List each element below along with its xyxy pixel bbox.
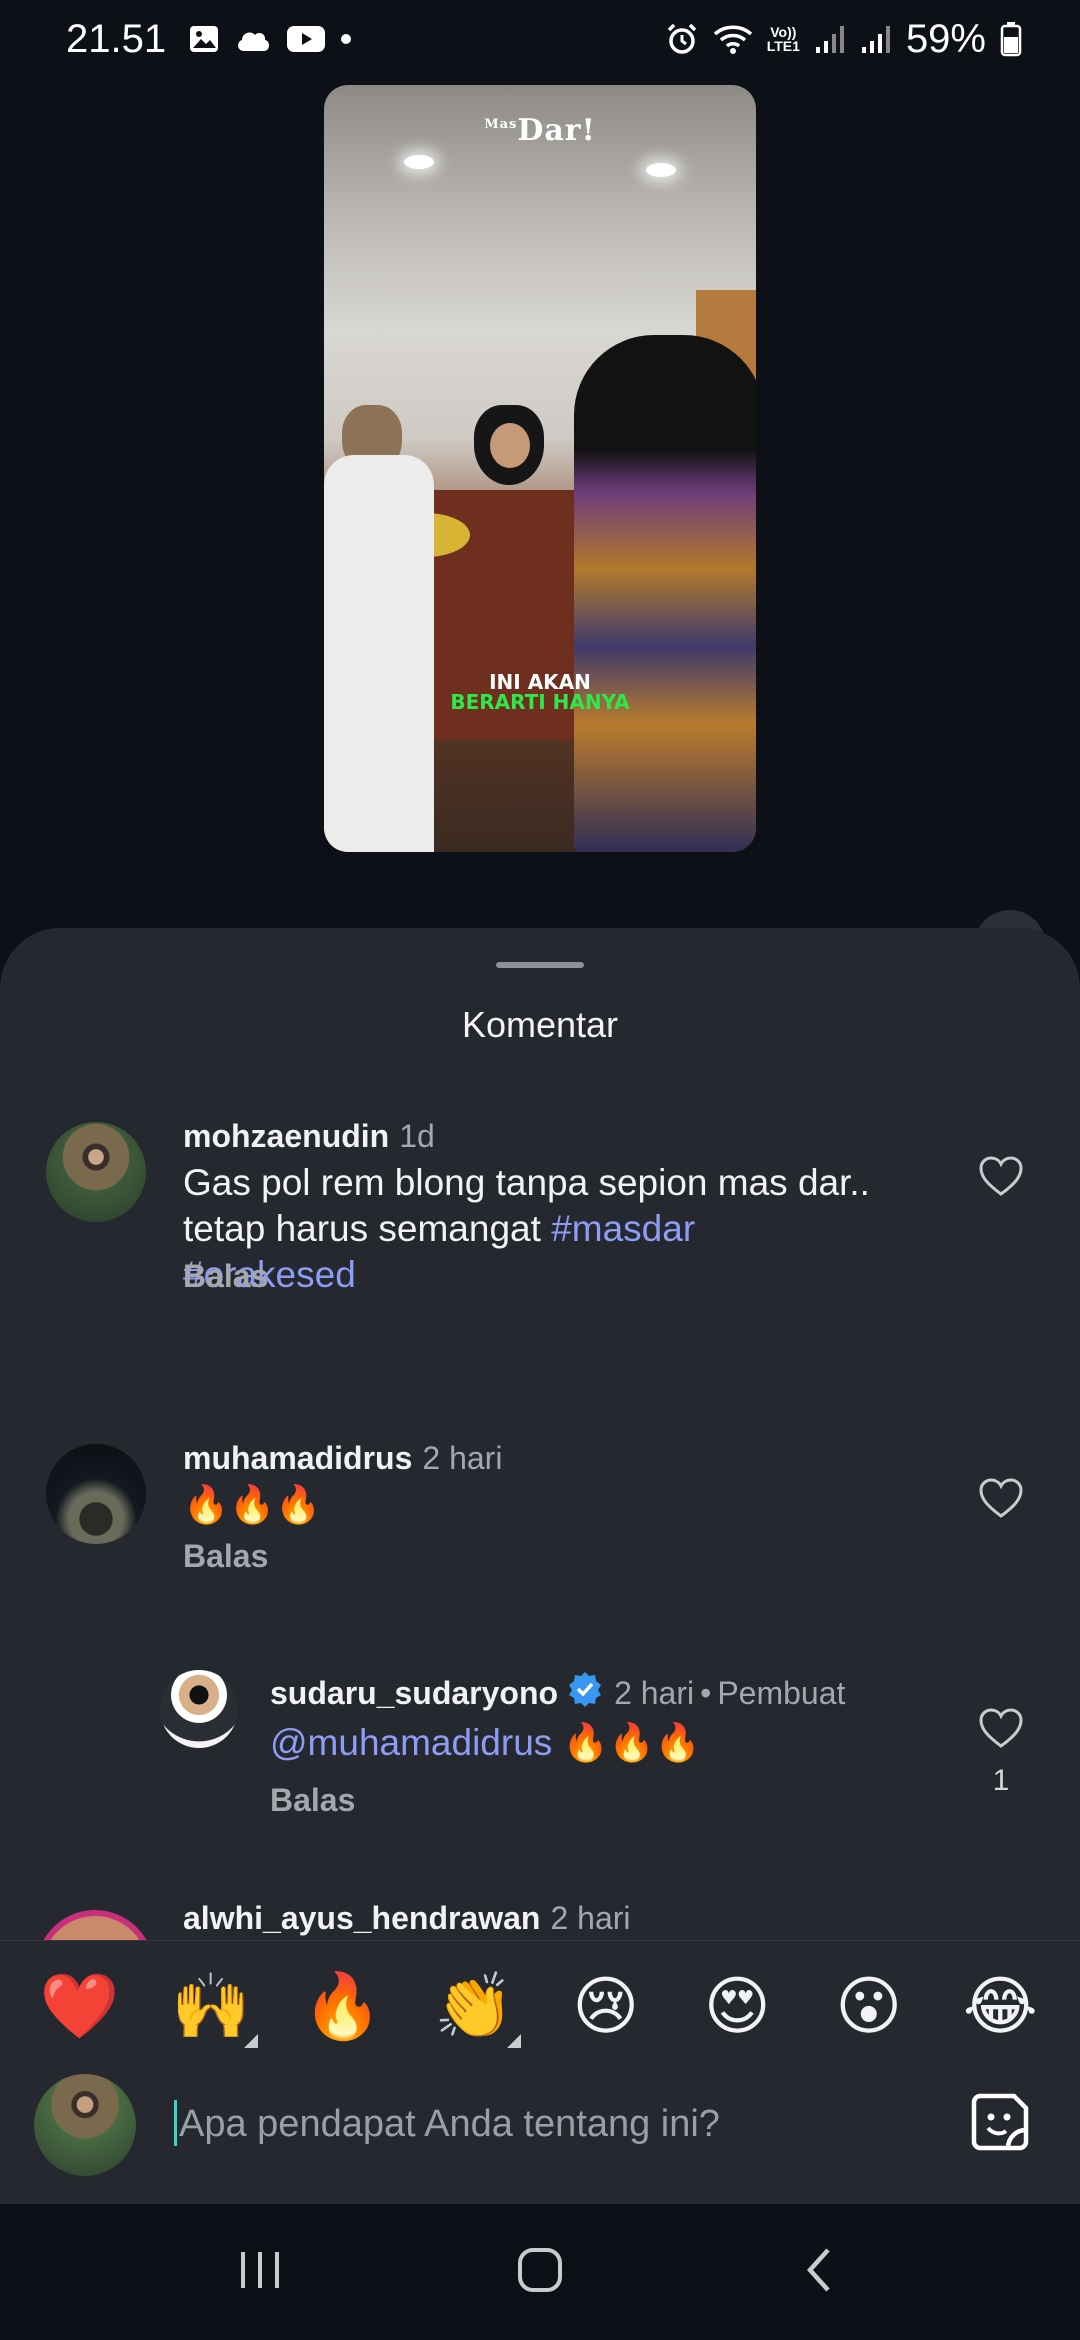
comment-header: sudaru_sudaryono 2 hari • Pembuat <box>270 1670 845 1716</box>
battery-percent: 59% <box>905 16 986 61</box>
comment-time: 2 hari <box>614 1675 695 1711</box>
video-logo-small: Mas <box>484 117 518 132</box>
notification-dot-icon <box>340 33 352 45</box>
comment-header: alwhi_ayus_hendrawan 2 hari <box>183 1900 631 1937</box>
comment-text-line1: Gas pol rem blong tanpa sepion mas dar.. <box>183 1162 870 1203</box>
video-person-face <box>490 423 530 468</box>
reaction-heart-eyes-button[interactable]: 😍 <box>692 1972 782 2042</box>
ceiling-light <box>404 155 434 169</box>
reaction-raised-hands-label: 🙌 <box>171 1969 252 2044</box>
sticker-button[interactable] <box>966 2090 1034 2158</box>
user-avatar <box>34 2074 136 2176</box>
like-count: 1 <box>992 1764 1010 1797</box>
reaction-fire-button[interactable]: 🔥 <box>298 1972 388 2042</box>
comment-text: @muhamadidrus 🔥🔥🔥 <box>270 1720 701 1766</box>
heart-icon <box>978 1477 1024 1524</box>
text-cursor <box>174 2100 177 2146</box>
comment-text-emoji: 🔥🔥🔥 <box>552 1722 701 1763</box>
avatar[interactable] <box>160 1670 238 1748</box>
comment-text: Gas pol rem blong tanpa sepion mas dar..… <box>183 1160 953 1298</box>
reaction-crying-button[interactable]: 😢 <box>561 1972 651 2042</box>
reaction-raised-hands-button[interactable]: 🙌 <box>166 1969 259 2048</box>
system-navigation-bar <box>0 2204 1080 2340</box>
lte-label: LTE1 <box>766 38 800 54</box>
ceiling-light <box>646 163 676 177</box>
comment-header: mohzaenudin 1d <box>183 1118 435 1155</box>
back-button[interactable] <box>765 2232 875 2312</box>
reply-button[interactable]: Balas <box>183 1538 268 1575</box>
like-button[interactable] <box>977 1707 1025 1754</box>
battery-icon <box>1000 21 1022 57</box>
comment-input-placeholder: Apa pendapat Anda tentang ini? <box>179 2103 720 2145</box>
sheet-grabber[interactable] <box>496 962 584 968</box>
comment-username[interactable]: alwhi_ayus_hendrawan <box>183 1900 540 1936</box>
wifi-icon <box>713 23 753 55</box>
skin-tone-corner-icon <box>244 2033 259 2048</box>
youtube-icon <box>286 24 326 54</box>
video-logo: MasDar! <box>324 113 756 148</box>
comment-input-bar: Apa pendapat Anda tentang ini? <box>0 2072 1080 2204</box>
volte-icon: Vo)) LTE1 <box>767 25 800 53</box>
reply-button[interactable]: Balas <box>183 1258 268 1295</box>
verified-badge-icon <box>566 1670 604 1716</box>
home-button[interactable] <box>485 2232 595 2312</box>
comment-header: muhamadidrus 2 hari <box>183 1440 502 1477</box>
cloud-icon <box>234 25 272 53</box>
reaction-clap-label: 👏 <box>434 1969 515 2044</box>
recent-apps-button[interactable] <box>205 2232 315 2312</box>
reaction-clap-button[interactable]: 👏 <box>429 1969 522 2048</box>
hashtag-link[interactable]: #masdar <box>551 1208 695 1249</box>
quick-reactions-bar: ❤️ 🙌 🔥 👏 😢 😍 😮 😂 <box>0 1940 1080 2072</box>
comment-time: 2 hari <box>550 1900 631 1936</box>
mention-link[interactable]: @muhamadidrus <box>270 1722 552 1763</box>
reaction-heart-button[interactable]: ❤️ <box>35 1972 125 2042</box>
status-bar-right: Vo)) LTE1 59% <box>665 17 1022 62</box>
heart-icon <box>978 1155 1024 1202</box>
comment-text-line2: tetap harus semangat <box>183 1208 541 1249</box>
volte-label: Vo)) <box>770 24 797 40</box>
video-area: MasDar! INI AKAN BERARTI HANYA <box>0 78 1080 982</box>
video-person <box>324 455 434 852</box>
recent-apps-icon <box>237 2247 283 2298</box>
status-bar-left: 21.51 <box>66 17 352 62</box>
back-icon <box>800 2245 840 2300</box>
heart-icon <box>978 1707 1024 1754</box>
gallery-icon <box>188 23 220 55</box>
comment-item: muhamadidrus 2 hari 🔥🔥🔥 Balas <box>0 1440 1080 1580</box>
reaction-surprised-button[interactable]: 😮 <box>824 1972 914 2042</box>
video-person <box>574 335 756 852</box>
comment-text: 🔥🔥🔥 <box>183 1484 322 1525</box>
reaction-laughing-button[interactable]: 😂 <box>955 1972 1045 2042</box>
comment-item: mohzaenudin 1d Gas pol rem blong tanpa se… <box>0 1118 1080 1298</box>
video-caption-line2: BERARTI HANYA <box>450 690 630 714</box>
separator-dot: • <box>700 1675 712 1711</box>
sticker-icon <box>968 2090 1032 2159</box>
reply-button[interactable]: Balas <box>270 1782 355 1819</box>
sheet-title: Komentar <box>461 1004 619 1045</box>
status-time: 21.51 <box>66 16 167 61</box>
comment-input[interactable]: Apa pendapat Anda tentang ini? <box>174 2094 874 2154</box>
avatar[interactable] <box>46 1444 146 1544</box>
comment-time: 1d <box>399 1118 435 1154</box>
alarm-icon <box>665 22 699 56</box>
skin-tone-corner-icon <box>507 2033 522 2048</box>
home-icon <box>515 2245 565 2300</box>
avatar[interactable] <box>46 1122 146 1222</box>
like-button[interactable] <box>977 1477 1025 1524</box>
like-button[interactable] <box>977 1155 1025 1202</box>
comment-username[interactable]: muhamadidrus <box>183 1440 412 1476</box>
comment-time: 2 hari <box>422 1440 503 1476</box>
status-bar: 21.51 Vo)) LTE1 59% <box>0 0 1080 78</box>
creator-badge: Pembuat <box>717 1675 846 1711</box>
reel-video[interactable]: MasDar! INI AKAN BERARTI HANYA <box>324 85 756 852</box>
comment-username[interactable]: sudaru_sudaryono <box>270 1675 558 1711</box>
video-logo-text: Dar! <box>517 113 596 148</box>
signal-icon <box>814 23 846 55</box>
comment-username[interactable]: mohzaenudin <box>183 1118 389 1154</box>
signal-icon-2 <box>860 23 892 55</box>
comment-reply-item: sudaru_sudaryono 2 hari • Pembuat @muhamadi… <box>0 1670 1080 1820</box>
